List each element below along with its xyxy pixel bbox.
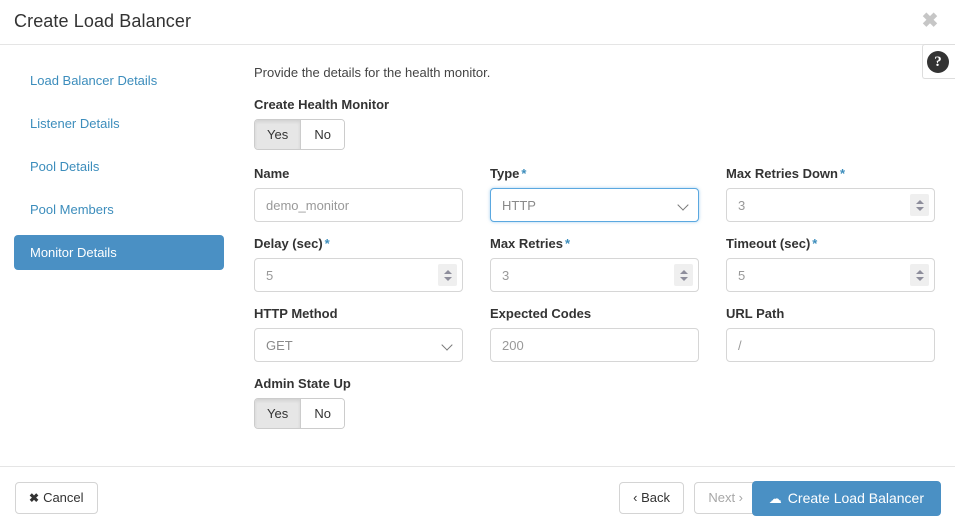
create-load-balancer-button[interactable]: ☁ Create Load Balancer [751, 481, 941, 516]
sidebar-item-load-balancer-details[interactable]: Load Balancer Details [14, 63, 224, 98]
modal-body: Load Balancer Details Listener Details P… [0, 45, 955, 466]
max-retries-down-input[interactable] [726, 188, 935, 222]
required-marker: * [324, 236, 330, 251]
max-retries-label: Max Retries * [490, 236, 571, 251]
cloud-upload-icon: ☁ [768, 491, 782, 506]
url-path-input[interactable] [726, 328, 935, 362]
expected-codes-label: Expected Codes [490, 306, 592, 321]
field-group-url-path: URL Path [726, 306, 935, 362]
delay-label: Delay (sec) * [254, 236, 330, 251]
form-row-1: Name Type* HTTP Max Retries Down [254, 166, 941, 222]
required-marker: * [812, 236, 818, 251]
admin-state-up-label: Admin State Up [254, 376, 351, 391]
create-health-monitor-no[interactable]: No [300, 120, 345, 149]
type-label: Type * [490, 166, 527, 181]
http-method-label: HTTP Method [254, 306, 338, 321]
create-health-monitor-label: Create Health Monitor [254, 97, 390, 112]
sidebar-item-listener-details[interactable]: Listener Details [14, 106, 224, 141]
create-label: Create Load Balancer [787, 490, 924, 506]
field-group-timeout: Timeout (sec) * [726, 236, 935, 292]
required-marker: * [521, 166, 527, 181]
required-marker: * [839, 166, 846, 181]
type-select[interactable]: HTTP [490, 188, 699, 222]
create-load-balancer-modal: Create Load Balancer ✖ ? Load Balancer D… [0, 0, 955, 528]
field-group-type: Type * HTTP [490, 166, 699, 222]
name-label: Name [254, 166, 290, 181]
field-group-name: Name [254, 166, 463, 222]
required-marker: * [564, 236, 571, 251]
expected-codes-input[interactable] [490, 328, 699, 362]
create-health-monitor-toggle[interactable]: Yes No [254, 119, 346, 150]
back-button[interactable]: ‹ Back [619, 482, 684, 514]
sidebar-item-pool-members[interactable]: Pool Members [14, 192, 224, 227]
next-button: Next › [694, 482, 757, 514]
form-row-3: HTTP Method GET Expected Codes U [254, 306, 941, 362]
delay-input[interactable] [254, 258, 463, 292]
field-group-max-retries: Max Retries * [490, 236, 699, 292]
sidebar-item-pool-details[interactable]: Pool Details [14, 149, 224, 184]
admin-state-up-yes[interactable]: Yes [255, 399, 301, 428]
form-row-2: Delay (sec)* Max Retries* [254, 236, 941, 292]
max-retries-down-label: Max Retries Down * [726, 166, 846, 181]
cancel-button[interactable]: ✖ Cancel [15, 482, 98, 514]
admin-state-up-toggle[interactable]: Yes No [254, 398, 346, 429]
create-health-monitor-yes[interactable]: Yes [255, 120, 301, 149]
timeout-input[interactable] [726, 258, 935, 292]
name-input[interactable] [254, 188, 463, 222]
form-intro-text: Provide the details for the health monit… [254, 65, 491, 80]
page-title: Create Load Balancer [14, 11, 192, 31]
cancel-label: Cancel [43, 490, 84, 505]
monitor-details-form: Provide the details for the health monit… [238, 45, 955, 466]
modal-header: Create Load Balancer ✖ [0, 0, 955, 45]
max-retries-input[interactable] [490, 258, 699, 292]
url-path-label: URL Path [726, 306, 785, 321]
close-x-icon: ✖ [29, 491, 40, 505]
sidebar-item-monitor-details[interactable]: Monitor Details [14, 235, 224, 270]
field-group-delay: Delay (sec) * [254, 236, 463, 292]
wizard-sidebar: Load Balancer Details Listener Details P… [0, 45, 238, 278]
field-group-http-method: HTTP Method GET [254, 306, 463, 362]
http-method-select[interactable]: GET [254, 328, 463, 362]
admin-state-up-no[interactable]: No [300, 399, 345, 428]
field-group-expected-codes: Expected Codes [490, 306, 699, 362]
close-icon[interactable]: ✖ [918, 9, 942, 33]
timeout-label: Timeout (sec) * [726, 236, 818, 251]
modal-footer: ✖ Cancel ‹ Back Next › ☁ Create Load Balan… [0, 466, 955, 528]
field-group-max-retries-down: Max Retries Down * [726, 166, 935, 222]
